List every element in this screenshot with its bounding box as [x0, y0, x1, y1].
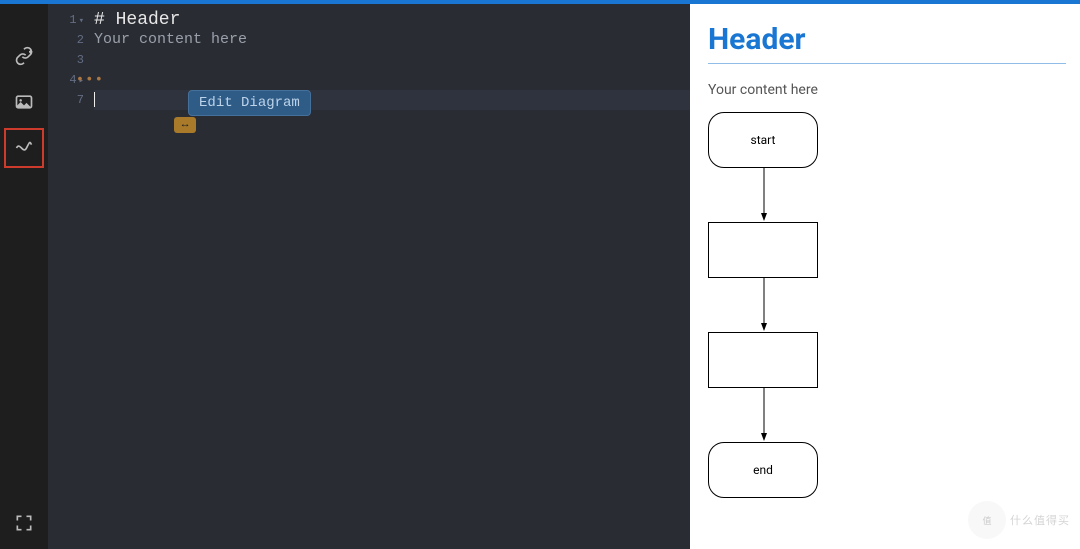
- fold-arrow-icon[interactable]: ▾: [79, 16, 84, 26]
- watermark-text: 什么值得买: [1010, 512, 1070, 528]
- editor-pane[interactable]: 1▾ 2 3 4▸••• 7 # Header Your content her…: [48, 0, 690, 549]
- code-line-diagram[interactable]: Edit Diagram ↔: [94, 70, 690, 90]
- code-area[interactable]: # Header Your content here Edit Diagram …: [90, 4, 690, 549]
- mermaid-icon[interactable]: [4, 128, 44, 168]
- line-number: 1: [69, 13, 76, 27]
- preview-pane: Header Your content here start end 值 什么: [690, 4, 1080, 549]
- code-line-heading[interactable]: # Header: [94, 10, 690, 30]
- sidebar: [0, 0, 48, 549]
- flow-node-label: end: [753, 463, 773, 477]
- flow-node-end: end: [708, 442, 818, 498]
- fullscreen-icon[interactable]: [4, 503, 44, 543]
- fold-ellipsis-icon[interactable]: •••: [76, 70, 104, 90]
- flow-node-step: [708, 332, 818, 388]
- code-line-empty[interactable]: [94, 50, 690, 70]
- edit-diagram-button[interactable]: Edit Diagram: [188, 90, 311, 116]
- flow-node-step: [708, 222, 818, 278]
- link-icon[interactable]: [4, 36, 44, 76]
- app-root: 1▾ 2 3 4▸••• 7 # Header Your content her…: [0, 0, 1080, 549]
- flow-node-start: start: [708, 112, 818, 168]
- line-gutter: 1▾ 2 3 4▸••• 7: [48, 4, 90, 549]
- line-number: 3: [77, 53, 84, 67]
- preview-heading: Header: [708, 22, 1066, 64]
- line-number: 7: [77, 93, 84, 107]
- line-number: 2: [77, 33, 84, 47]
- image-icon[interactable]: [4, 82, 44, 122]
- top-accent-bar: [0, 0, 1080, 4]
- watermark-badge-icon: 值: [968, 501, 1006, 539]
- preview-body-text: Your content here: [708, 82, 1066, 98]
- horizontal-arrows-icon[interactable]: ↔: [174, 117, 196, 133]
- flow-node-label: start: [751, 133, 776, 147]
- code-line-text[interactable]: Your content here: [94, 30, 690, 50]
- watermark: 值 什么值得买: [968, 501, 1070, 539]
